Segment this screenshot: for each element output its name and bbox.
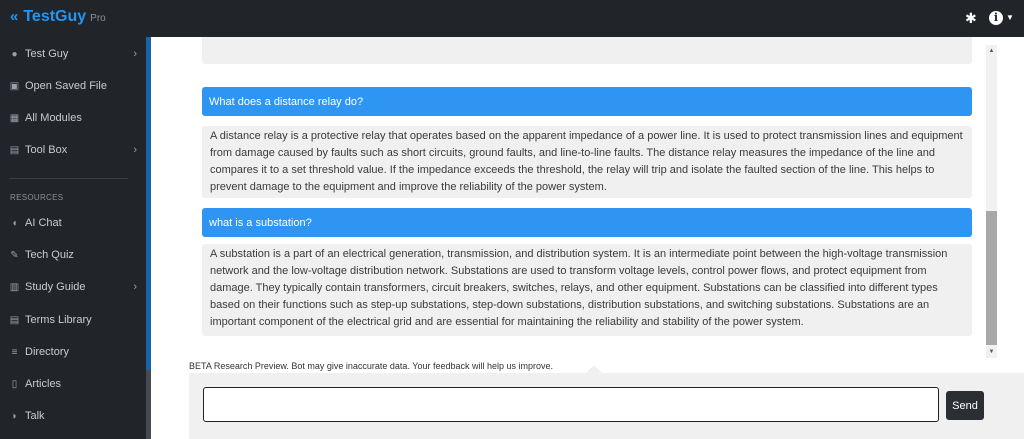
info-menu[interactable]: i ▼ (989, 9, 1014, 27)
send-button[interactable]: Send (946, 391, 984, 420)
top-navbar: « TestGuy Pro ✱ i ▼ (0, 0, 1024, 37)
panel-pointer (586, 365, 602, 373)
sidebar-item-label: Tech Quiz (25, 249, 74, 261)
chat-answer-partial (202, 37, 972, 64)
pencil-icon: ✎ (10, 249, 19, 261)
chat-messages[interactable]: What does a distance relay do? A distanc… (151, 37, 997, 359)
answer-text: A substation is a part of an electrical … (210, 248, 948, 328)
question-text: what is a substation? (209, 216, 312, 229)
chat-icon: ◖ (11, 217, 18, 229)
chevron-right-icon: › (133, 144, 137, 156)
sidebar-item-directory[interactable]: ≡ Directory (0, 340, 146, 364)
sidebar-scroll-track (146, 370, 151, 439)
answer-text: A distance relay is a protective relay t… (210, 130, 963, 193)
toolbox-icon: ▤ (9, 144, 20, 156)
sidebar-toggle-icon[interactable]: « (10, 8, 18, 25)
chevron-right-icon: › (133, 281, 137, 293)
sidebar-item-tech-quiz[interactable]: ✎ Tech Quiz (0, 243, 146, 267)
comments-icon: ◗ (11, 410, 18, 422)
sidebar-item-all-modules[interactable]: ▦ All Modules (0, 106, 146, 130)
chat-answer: A distance relay is a protective relay t… (202, 126, 972, 198)
sidebar-item-label: Test Guy (25, 48, 69, 60)
sidebar-item-tool-box[interactable]: ▤ Tool Box › (0, 138, 146, 162)
chat-question: what is a substation? (202, 208, 972, 237)
grid-icon: ▦ (9, 112, 20, 124)
book-icon: ▥ (9, 281, 20, 293)
caret-down-icon: ▼ (1006, 13, 1014, 22)
beta-notice: BETA Research Preview. Bot may give inac… (189, 361, 554, 371)
sidebar-item-label: Terms Library (25, 314, 92, 326)
chat-question: What does a distance relay do? (202, 87, 972, 116)
sidebar-item-label: Tool Box (25, 144, 68, 156)
sidebar-item-label: AI Chat (25, 217, 62, 229)
sidebar-item-label: Talk (25, 410, 45, 422)
sidebar-item-study-guide[interactable]: ▥ Study Guide › (0, 275, 146, 299)
list-icon: ▤ (9, 314, 20, 326)
brand-name: TestGuy (23, 8, 87, 25)
sidebar-divider (9, 178, 128, 179)
gear-icon[interactable]: ✱ (965, 9, 977, 27)
chevron-right-icon: › (133, 48, 137, 60)
sidebar-item-terms-library[interactable]: ▤ Terms Library (0, 308, 146, 332)
file-icon: ▯ (11, 378, 18, 390)
sidebar-item-label: Directory (25, 346, 70, 358)
brand-sub: Pro (90, 13, 106, 24)
sidebar-item-label: Open Saved File (25, 80, 107, 92)
save-icon: ▣ (9, 80, 20, 92)
info-circle-icon[interactable]: i (989, 11, 1003, 25)
sidebar-heading-resources: RESOURCES (10, 193, 64, 202)
brand-logo[interactable]: « TestGuy Pro (10, 8, 106, 26)
chat-answer: A substation is a part of an electrical … (202, 244, 972, 336)
sidebar-item-label: Study Guide (25, 281, 86, 293)
chat-scrollbar[interactable]: ▲ ▼ (986, 45, 997, 358)
question-text: What does a distance relay do? (209, 95, 364, 108)
sidebar-item-articles[interactable]: ▯ Articles (0, 372, 146, 396)
chat-input-panel: Send (189, 373, 1024, 439)
sidebar-item-ai-chat[interactable]: ◖ AI Chat (0, 211, 146, 235)
user-icon: ● (11, 48, 18, 60)
scroll-down-icon[interactable]: ▼ (986, 346, 997, 358)
scroll-up-icon[interactable]: ▲ (986, 45, 997, 57)
sidebar-item-label: All Modules (25, 112, 82, 124)
sidebar-item-open-saved-file[interactable]: ▣ Open Saved File (0, 74, 146, 98)
chat-input[interactable] (203, 387, 939, 422)
sidebar-item-label: Articles (25, 378, 62, 390)
sidebar-item-test-guy[interactable]: ● Test Guy › (0, 42, 146, 66)
sidebar-item-talk[interactable]: ◗ Talk (0, 404, 146, 428)
scroll-thumb[interactable] (986, 211, 997, 345)
directory-icon: ≡ (11, 346, 18, 358)
